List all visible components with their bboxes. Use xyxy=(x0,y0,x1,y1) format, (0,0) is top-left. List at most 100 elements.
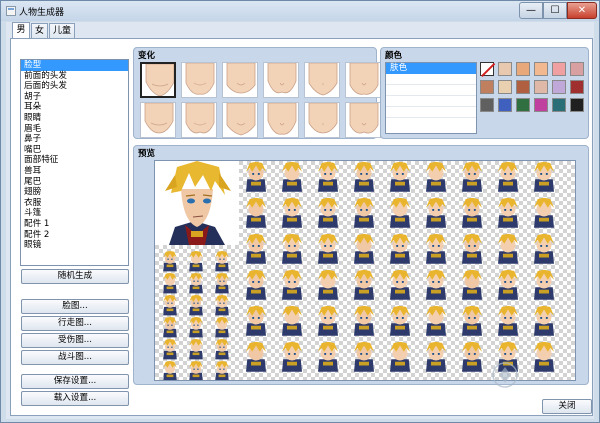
walk-sprite xyxy=(161,294,180,317)
color-swatch[interactable] xyxy=(516,98,530,112)
color-swatch[interactable] xyxy=(552,62,566,76)
battle-sprite xyxy=(314,161,342,195)
damage-image-button[interactable]: 受伤图... xyxy=(21,333,129,348)
part-item[interactable]: 尾巴 xyxy=(21,177,128,188)
variation-grid xyxy=(140,62,382,138)
maximize-button[interactable]: ☐ xyxy=(543,2,567,19)
face-variation-option[interactable] xyxy=(263,102,299,138)
color-swatch[interactable] xyxy=(480,98,494,112)
random-generate-button[interactable]: 随机生成 xyxy=(21,269,129,284)
color-swatch[interactable] xyxy=(534,98,548,112)
color-swatch[interactable] xyxy=(570,98,584,112)
color-swatch[interactable] xyxy=(498,80,512,94)
close-button[interactable]: 关闭 xyxy=(542,399,592,414)
part-item[interactable]: 嘴巴 xyxy=(21,145,128,156)
portrait-image xyxy=(155,161,239,245)
walk-sprite xyxy=(187,272,206,295)
face-shape-icon xyxy=(349,103,379,134)
part-item[interactable]: 后面的头发 xyxy=(21,81,128,92)
face-variation-option[interactable] xyxy=(222,102,258,138)
walk-sprite xyxy=(161,338,180,361)
window-title: 人物生成器 xyxy=(19,8,65,18)
part-item[interactable]: 斗篷 xyxy=(21,208,128,219)
battle-sprite xyxy=(494,161,522,195)
color-list[interactable]: 肤色 xyxy=(385,62,477,134)
battle-sprite xyxy=(422,197,450,231)
parts-list[interactable]: 脸型 前面的头发 后面的头发 胡子 耳朵 眼睛 眉毛 鼻子 嘴巴 面部特征 兽耳 尾巴 翅膀 衣服 斗篷 配件… xyxy=(20,59,129,266)
tab-female[interactable]: 女 xyxy=(31,23,48,39)
preview-title: 预览 xyxy=(138,149,156,159)
face-variation-option[interactable] xyxy=(304,102,340,138)
battle-sprite xyxy=(350,269,378,303)
color-title: 颜色 xyxy=(385,51,403,61)
part-item[interactable]: 前面的头发 xyxy=(21,71,128,82)
part-item[interactable]: 配件 2 xyxy=(21,230,128,241)
battle-image-button[interactable]: 战斗图... xyxy=(21,350,129,365)
color-swatch[interactable] xyxy=(552,80,566,94)
battle-sprite xyxy=(530,161,558,195)
face-shape-icon xyxy=(145,64,174,96)
part-item[interactable]: 脸型 xyxy=(21,60,128,71)
face-variation-option[interactable] xyxy=(181,62,217,98)
color-swatch[interactable] xyxy=(498,98,512,112)
face-variation-option[interactable] xyxy=(304,62,340,98)
no-color-swatch[interactable] xyxy=(480,62,494,76)
battle-sprite xyxy=(494,197,522,231)
part-item[interactable]: 配件 1 xyxy=(21,219,128,230)
color-item-skin[interactable]: 肤色 xyxy=(386,63,476,74)
battle-sprite xyxy=(494,269,522,303)
save-settings-button[interactable]: 保存设置... xyxy=(21,374,129,389)
walk-sprite xyxy=(187,360,206,380)
color-swatch[interactable] xyxy=(534,80,548,94)
color-swatch[interactable] xyxy=(552,98,566,112)
part-item[interactable]: 眉毛 xyxy=(21,124,128,135)
part-item[interactable]: 眼镜 xyxy=(21,240,128,251)
battle-sprite xyxy=(530,233,558,267)
part-item[interactable]: 衣服 xyxy=(21,198,128,209)
face-variation-option[interactable] xyxy=(181,102,217,138)
face-variation-option[interactable] xyxy=(140,102,176,138)
face-variation-option[interactable] xyxy=(345,62,381,98)
part-item[interactable]: 胡子 xyxy=(21,92,128,103)
battle-sprite xyxy=(350,161,378,195)
title-bar[interactable]: 人物生成器 — ☐ ✕ xyxy=(1,1,599,21)
load-settings-button[interactable]: 载入设置... xyxy=(21,391,129,406)
color-swatch[interactable] xyxy=(516,80,530,94)
minimize-button[interactable]: — xyxy=(519,2,543,19)
battle-sprite xyxy=(314,269,342,303)
color-swatch[interactable] xyxy=(480,80,494,94)
face-shape-icon xyxy=(185,63,215,95)
app-window: 人物生成器 — ☐ ✕ 男 女 儿童 脸型 前面的头发 后面的头发 胡子 耳朵 眼睛 眉毛鼻… xyxy=(0,0,600,423)
part-item[interactable]: 兽耳 xyxy=(21,166,128,177)
walk-image-button[interactable]: 行走图... xyxy=(21,316,129,331)
battle-sprite xyxy=(458,305,486,339)
face-variation-option[interactable] xyxy=(263,62,299,98)
tab-child[interactable]: 儿童 xyxy=(49,23,75,39)
part-item[interactable]: 眼睛 xyxy=(21,113,128,124)
part-item[interactable]: 面部特征 xyxy=(21,155,128,166)
battle-sprite xyxy=(242,233,270,267)
walk-sprite xyxy=(161,250,180,273)
part-item[interactable]: 耳朵 xyxy=(21,102,128,113)
color-swatch[interactable] xyxy=(534,62,548,76)
color-swatch[interactable] xyxy=(570,62,584,76)
close-window-button[interactable]: ✕ xyxy=(567,2,597,19)
walk-sprite xyxy=(161,316,180,339)
walk-sprite xyxy=(187,294,206,317)
face-shape-icon xyxy=(349,63,379,95)
color-swatch[interactable] xyxy=(498,62,512,76)
face-variation-option[interactable] xyxy=(140,62,176,98)
battle-sprite xyxy=(494,233,522,267)
battle-sprite xyxy=(242,341,270,375)
battle-sprite xyxy=(422,233,450,267)
color-swatch[interactable] xyxy=(570,80,584,94)
face-image-button[interactable]: 脸图... xyxy=(21,299,129,314)
face-variation-option[interactable] xyxy=(345,102,381,138)
part-item[interactable]: 鼻子 xyxy=(21,134,128,145)
part-item[interactable]: 翅膀 xyxy=(21,187,128,198)
tab-pane: 脸型 前面的头发 后面的头发 胡子 耳朵 眼睛 眉毛 鼻子 嘴巴 面部特征 兽耳 尾巴 翅膀 衣服 斗篷 配件… xyxy=(10,38,593,416)
face-variation-option[interactable] xyxy=(222,62,258,98)
tab-male[interactable]: 男 xyxy=(12,22,30,39)
color-swatch[interactable] xyxy=(516,62,530,76)
app-icon xyxy=(6,6,16,16)
